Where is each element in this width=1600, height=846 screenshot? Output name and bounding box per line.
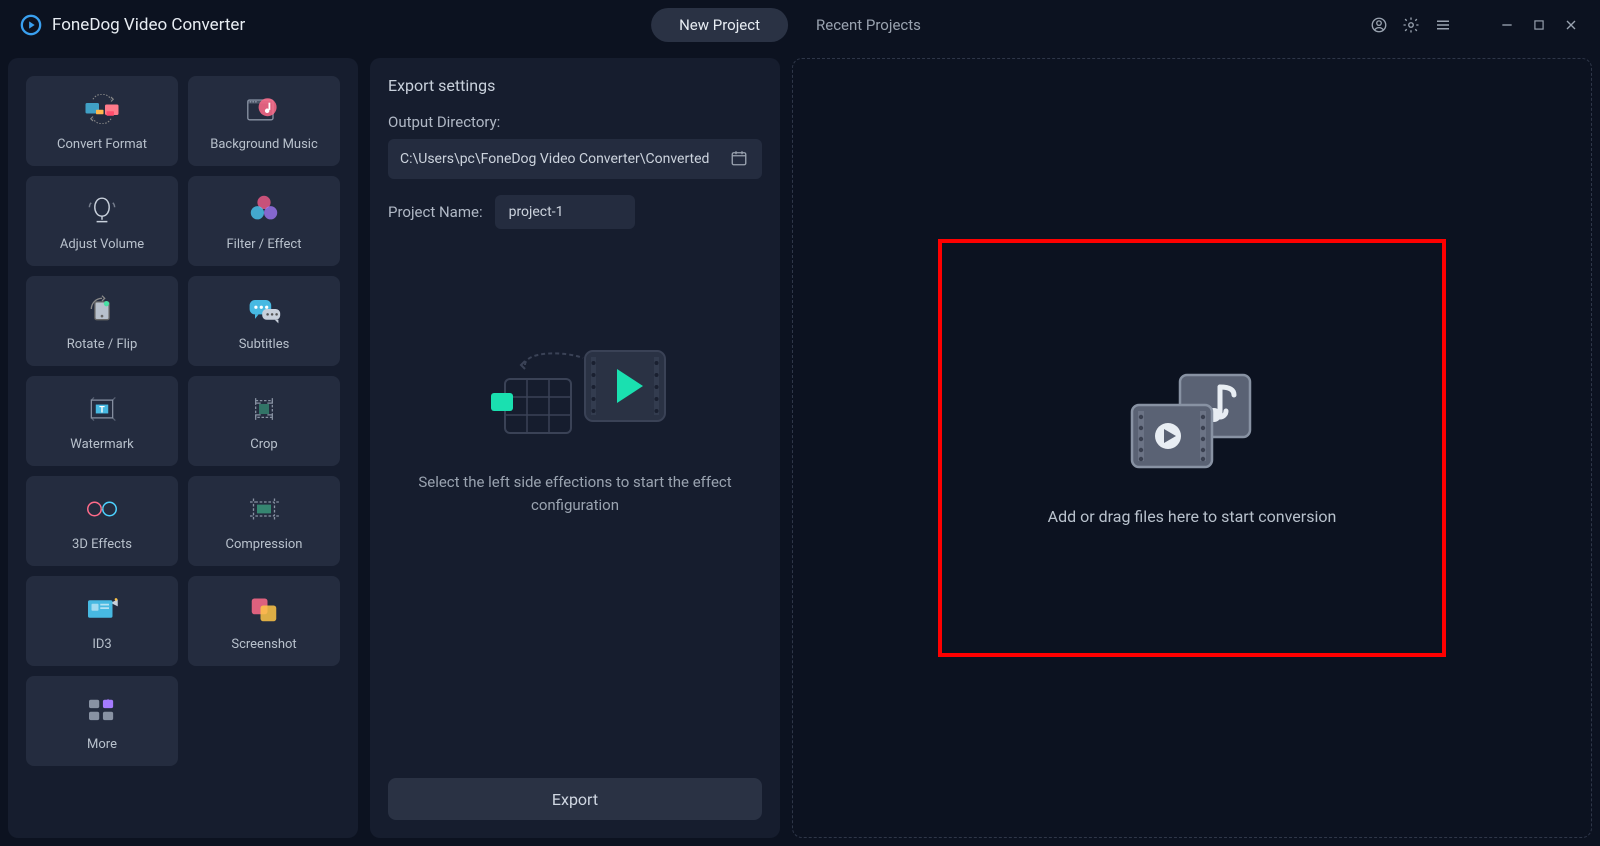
tool-3d-effects[interactable]: 3D Effects	[26, 476, 178, 566]
tool-label: Compression	[226, 537, 303, 552]
account-icon[interactable]	[1370, 16, 1388, 34]
crop-icon	[246, 391, 282, 427]
more-icon	[84, 691, 120, 727]
adjust-volume-icon	[84, 191, 120, 227]
app-logo-icon	[20, 14, 42, 36]
convert-format-icon	[84, 91, 120, 127]
export-settings-panel: Export settings Output Directory: C:\Use…	[370, 58, 780, 838]
3d-effects-icon	[84, 491, 120, 527]
rotate-flip-icon	[84, 291, 120, 327]
svg-text:T: T	[99, 405, 105, 415]
tab-recent-projects[interactable]: Recent Projects	[788, 8, 949, 42]
tool-background-music[interactable]: Background Music	[188, 76, 340, 166]
tool-subtitles[interactable]: Subtitles	[188, 276, 340, 366]
tool-more[interactable]: More	[26, 676, 178, 766]
tool-label: Watermark	[70, 437, 133, 452]
drop-zone-icon	[1128, 371, 1256, 471]
tool-label: More	[87, 737, 117, 752]
tool-compression[interactable]: Compression	[188, 476, 340, 566]
export-button[interactable]: Export	[388, 778, 762, 820]
browse-folder-icon[interactable]	[730, 149, 750, 169]
drop-zone-highlight: Add or drag files here to start conversi…	[938, 239, 1446, 657]
tool-label: Background Music	[210, 137, 318, 152]
close-icon[interactable]	[1562, 16, 1580, 34]
tools-sidebar: Convert Format Background Music Adjust V…	[8, 58, 358, 838]
export-settings-title: Export settings	[388, 76, 762, 95]
tool-label: Rotate / Flip	[67, 337, 138, 352]
maximize-icon[interactable]	[1530, 16, 1548, 34]
compression-icon	[246, 491, 282, 527]
tool-watermark[interactable]: T Watermark	[26, 376, 178, 466]
filter-effect-icon	[246, 191, 282, 227]
minimize-icon[interactable]	[1498, 16, 1516, 34]
tool-filter-effect[interactable]: Filter / Effect	[188, 176, 340, 266]
project-name-label: Project Name:	[388, 203, 483, 221]
drop-zone-panel[interactable]: Add or drag files here to start conversi…	[792, 58, 1592, 838]
tab-new-project[interactable]: New Project	[651, 8, 788, 42]
tool-adjust-volume[interactable]: Adjust Volume	[26, 176, 178, 266]
tool-rotate-flip[interactable]: Rotate / Flip	[26, 276, 178, 366]
subtitles-icon	[246, 291, 282, 327]
tool-crop[interactable]: Crop	[188, 376, 340, 466]
project-name-input[interactable]	[495, 195, 635, 229]
main-tabs: New Project Recent Projects	[651, 0, 949, 50]
app-title: FoneDog Video Converter	[52, 15, 245, 35]
id3-icon	[84, 591, 120, 627]
output-directory-field[interactable]: C:\Users\pc\FoneDog Video Converter\Conv…	[388, 139, 762, 179]
output-directory-label: Output Directory:	[388, 113, 762, 131]
effect-configuration-area: Select the left side effections to start…	[388, 253, 762, 820]
tool-label: Crop	[250, 437, 277, 452]
settings-icon[interactable]	[1402, 16, 1420, 34]
watermark-icon: T	[84, 391, 120, 427]
tool-convert-format[interactable]: Convert Format	[26, 76, 178, 166]
tool-label: 3D Effects	[72, 537, 132, 552]
effect-hint-text: Select the left side effections to start…	[388, 471, 762, 516]
tool-label: Filter / Effect	[227, 237, 302, 252]
app-brand: FoneDog Video Converter	[20, 14, 245, 36]
screenshot-icon	[246, 591, 282, 627]
tool-label: Screenshot	[231, 637, 296, 652]
tool-label: ID3	[92, 637, 111, 652]
tool-label: Convert Format	[57, 137, 147, 152]
effect-illustration-icon	[475, 333, 675, 443]
menu-icon[interactable]	[1434, 16, 1452, 34]
tool-screenshot[interactable]: Screenshot	[188, 576, 340, 666]
output-directory-path: C:\Users\pc\FoneDog Video Converter\Conv…	[400, 151, 730, 167]
background-music-icon	[246, 91, 282, 127]
drop-zone-hint: Add or drag files here to start conversi…	[1048, 507, 1337, 526]
tool-id3[interactable]: ID3	[26, 576, 178, 666]
tool-label: Adjust Volume	[60, 237, 144, 252]
tool-label: Subtitles	[239, 337, 290, 352]
